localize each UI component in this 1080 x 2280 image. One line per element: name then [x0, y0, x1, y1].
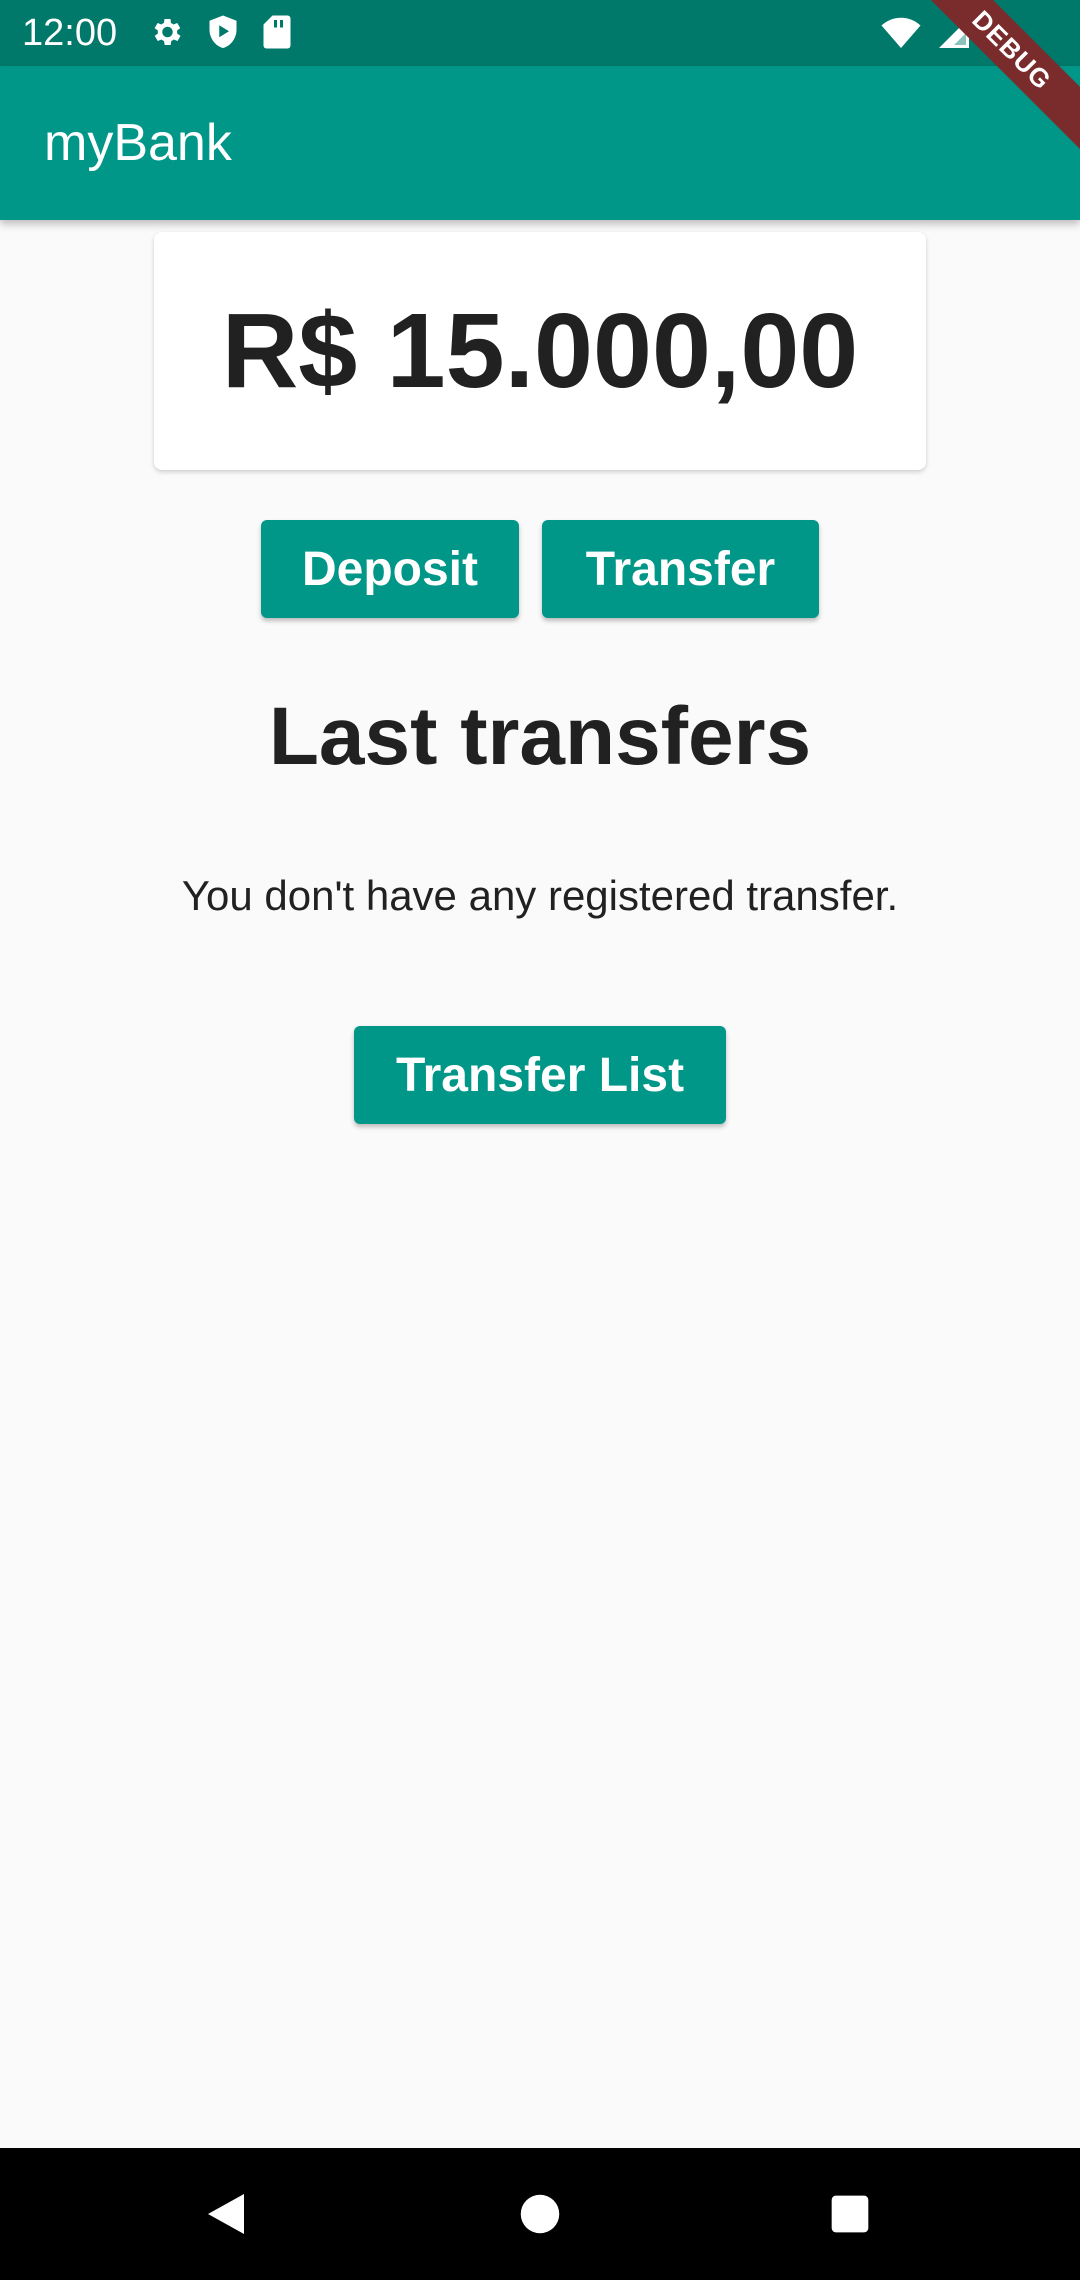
- gear-icon: [148, 14, 184, 55]
- back-icon[interactable]: [196, 2184, 256, 2244]
- deposit-button[interactable]: Deposit: [261, 520, 519, 618]
- app-bar: myBank: [0, 66, 1080, 220]
- home-icon[interactable]: [510, 2184, 570, 2244]
- recents-icon[interactable]: [820, 2184, 880, 2244]
- empty-transfers-message: You don't have any registered transfer.: [181, 872, 899, 919]
- sd-card-icon: [262, 14, 292, 55]
- shield-play-icon: [206, 14, 240, 55]
- balance-value: R$ 15.000,00: [221, 291, 859, 410]
- last-transfers-title: Last transfers: [268, 691, 812, 782]
- status-left-icons: [148, 14, 292, 55]
- status-bar: 12:00 DEBUG: [0, 0, 1080, 158]
- transfer-button[interactable]: Transfer: [542, 520, 819, 618]
- navigation-bar: [0, 2148, 1080, 2280]
- status-time: 12:00: [22, 12, 118, 54]
- transfer-list-button[interactable]: Transfer List: [354, 1026, 726, 1124]
- screen: 12:00 DEBUG myBank R$ 15.000,00 Deposit …: [0, 0, 1080, 2280]
- wifi-icon: [880, 15, 922, 56]
- balance-card: R$ 15.000,00: [154, 232, 926, 470]
- app-title: myBank: [44, 114, 232, 172]
